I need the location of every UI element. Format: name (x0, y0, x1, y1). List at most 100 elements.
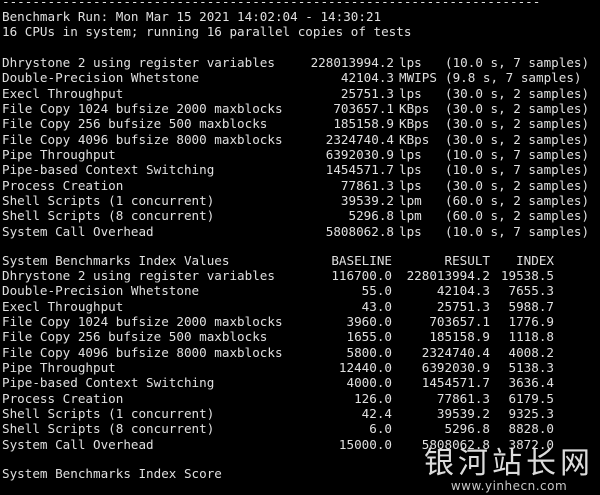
result-name: File Copy 256 bufsize 500 maxblocks (2, 116, 268, 132)
index-row-result: 39539.2 (436, 405, 490, 421)
index-row-baseline: 42.4 (361, 405, 392, 421)
index-row-name: Double-Precision Whetstone (2, 283, 200, 299)
index-row: Dhrystone 2 using register variables 1167… (2, 268, 598, 283)
index-row-name: System Call Overhead (2, 436, 154, 452)
result-name: Process Creation (2, 177, 124, 193)
index-row-name: Shell Scripts (1 concurrent) (2, 405, 215, 421)
index-row: Shell Scripts (8 concurrent) 6.0 5296.8 882… (2, 421, 598, 436)
index-row-index: 8828.0 (508, 421, 555, 437)
result-detail: (10.0 s, 7 samples) (445, 162, 590, 178)
result-unit: lps (399, 162, 422, 178)
result-value: 6392030.9 (325, 146, 394, 162)
result-name: Execl Throughput (2, 85, 124, 101)
result-row: Shell Scripts (1 concurrent) 39539.2 lpm (6… (2, 193, 598, 208)
watermark-url: www.yinhecn.com (450, 479, 568, 493)
index-score-label: System Benchmarks Index Score (2, 466, 222, 481)
result-unit: lps (399, 55, 422, 70)
index-row-baseline: 1655.0 (346, 329, 393, 345)
result-value: 228013994.2 (310, 55, 394, 70)
index-row-baseline: 116700.0 (331, 268, 392, 283)
index-row-name: Dhrystone 2 using register variables (2, 268, 275, 283)
result-row: Process Creation 77861.3 lps (30.0 s, 2 sam… (2, 178, 598, 193)
result-name: Pipe-based Context Switching (2, 162, 215, 178)
result-row: Shell Scripts (8 concurrent) 5296.8 lpm (60… (2, 208, 598, 223)
index-row-name: Shell Scripts (8 concurrent) (2, 421, 215, 437)
result-row: File Copy 4096 bufsize 8000 maxblocks 232… (2, 132, 598, 147)
result-row: Execl Throughput 25751.3 lps (30.0 s, 2 sam… (2, 86, 598, 101)
index-row-result: 1454571.7 (421, 375, 490, 391)
index-row: Shell Scripts (1 concurrent) 42.4 39539.2 9… (2, 406, 598, 421)
result-name: Double-Precision Whetstone (2, 70, 200, 86)
index-row: Double-Precision Whetstone 55.0 42104.3 765… (2, 283, 598, 298)
index-row: File Copy 4096 bufsize 8000 maxblocks 580… (2, 345, 598, 360)
baseline-header: BASELINE (331, 253, 392, 268)
index-row-result: 703657.1 (429, 313, 490, 329)
result-value: 42104.3 (340, 70, 394, 86)
result-detail: (60.0 s, 2 samples) (445, 208, 590, 224)
index-row-index: 5138.3 (508, 359, 555, 375)
index-row-baseline: 126.0 (354, 390, 392, 406)
index-row: Pipe-based Context Switching 4000.0 145457… (2, 375, 598, 390)
result-name: Dhrystone 2 using register variables (2, 55, 275, 70)
run-header: Benchmark Run: Mon Mar 15 2021 14:02:04 … (2, 9, 382, 24)
result-header: RESULT (444, 253, 491, 268)
index-row-baseline: 4000.0 (346, 375, 393, 391)
index-row-index: 3636.4 (508, 375, 555, 391)
result-unit: lps (399, 146, 422, 162)
index-row-baseline: 55.0 (361, 283, 392, 299)
result-value: 77861.3 (340, 177, 394, 193)
result-name: File Copy 1024 bufsize 2000 maxblocks (2, 100, 283, 116)
result-name: Shell Scripts (1 concurrent) (2, 192, 215, 208)
result-row: Pipe-based Context Switching 1454571.7 lps… (2, 162, 598, 177)
result-unit: lpm (399, 208, 422, 224)
index-row-index: 4008.2 (508, 344, 555, 360)
index-row-index: 1118.8 (508, 329, 555, 345)
result-detail: (30.0 s, 2 samples) (445, 131, 590, 147)
index-row-result: 228013994.2 (406, 268, 490, 283)
result-unit: KBps (399, 131, 430, 147)
result-unit: lps (399, 223, 422, 239)
result-value: 25751.3 (340, 85, 394, 101)
index-row-baseline: 3960.0 (346, 313, 393, 329)
index-header: System Benchmarks Index Values BASELINE … (2, 253, 598, 268)
index-row-result: 25751.3 (436, 298, 490, 314)
index-row-name: File Copy 4096 bufsize 8000 maxblocks (2, 344, 283, 360)
result-unit: MWIPS (399, 70, 437, 86)
result-detail: (10.0 s, 7 samples) (445, 55, 590, 70)
result-row: Dhrystone 2 using register variables 2280… (2, 55, 598, 70)
index-row-baseline: 12440.0 (338, 359, 392, 375)
watermark: 银河站长网 www.yinhecn.com (424, 448, 594, 493)
index-row-index: 7655.3 (508, 283, 555, 299)
result-name: Pipe Throughput (2, 146, 116, 162)
result-unit: lpm (399, 192, 422, 208)
result-row: Pipe Throughput 6392030.9 lps (10.0 s, 7 sa… (2, 147, 598, 162)
result-unit: KBps (399, 100, 430, 116)
result-unit: KBps (399, 116, 430, 132)
result-row: File Copy 1024 bufsize 2000 maxblocks 703… (2, 101, 598, 116)
result-detail: (30.0 s, 2 samples) (445, 85, 590, 101)
index-row-result: 77861.3 (436, 390, 490, 406)
index-row-result: 5296.8 (444, 421, 491, 437)
result-detail: (30.0 s, 2 samples) (445, 116, 590, 132)
result-detail: (10.0 s, 7 samples) (445, 223, 590, 239)
result-detail: (60.0 s, 2 samples) (445, 192, 590, 208)
index-row-baseline: 43.0 (361, 298, 392, 314)
index-row-name: File Copy 256 bufsize 500 maxblocks (2, 329, 268, 345)
cpu-header: 16 CPUs in system; running 16 parallel c… (2, 24, 412, 39)
index-title: System Benchmarks Index Values (2, 253, 230, 268)
index-row: Pipe Throughput 12440.0 6392030.9 5138.3 (2, 360, 598, 375)
index-row-name: Pipe-based Context Switching (2, 375, 215, 391)
result-name: Shell Scripts (8 concurrent) (2, 208, 215, 224)
index-row-index: 9325.3 (508, 405, 555, 421)
result-name: System Call Overhead (2, 223, 154, 239)
index-row-baseline: 5800.0 (346, 344, 393, 360)
index-col-header: INDEX (516, 253, 554, 268)
index-row-result: 185158.9 (429, 329, 490, 345)
result-row: System Call Overhead 5808062.8 lps (10.0 s,… (2, 224, 598, 239)
result-value: 5808062.8 (325, 223, 394, 239)
separator-line: ----------------------------------------… (2, 0, 542, 9)
result-name: File Copy 4096 bufsize 8000 maxblocks (2, 131, 283, 147)
index-row: File Copy 1024 bufsize 2000 maxblocks 396… (2, 314, 598, 329)
index-row-baseline: 15000.0 (338, 436, 392, 452)
result-detail: (30.0 s, 2 samples) (445, 100, 590, 116)
